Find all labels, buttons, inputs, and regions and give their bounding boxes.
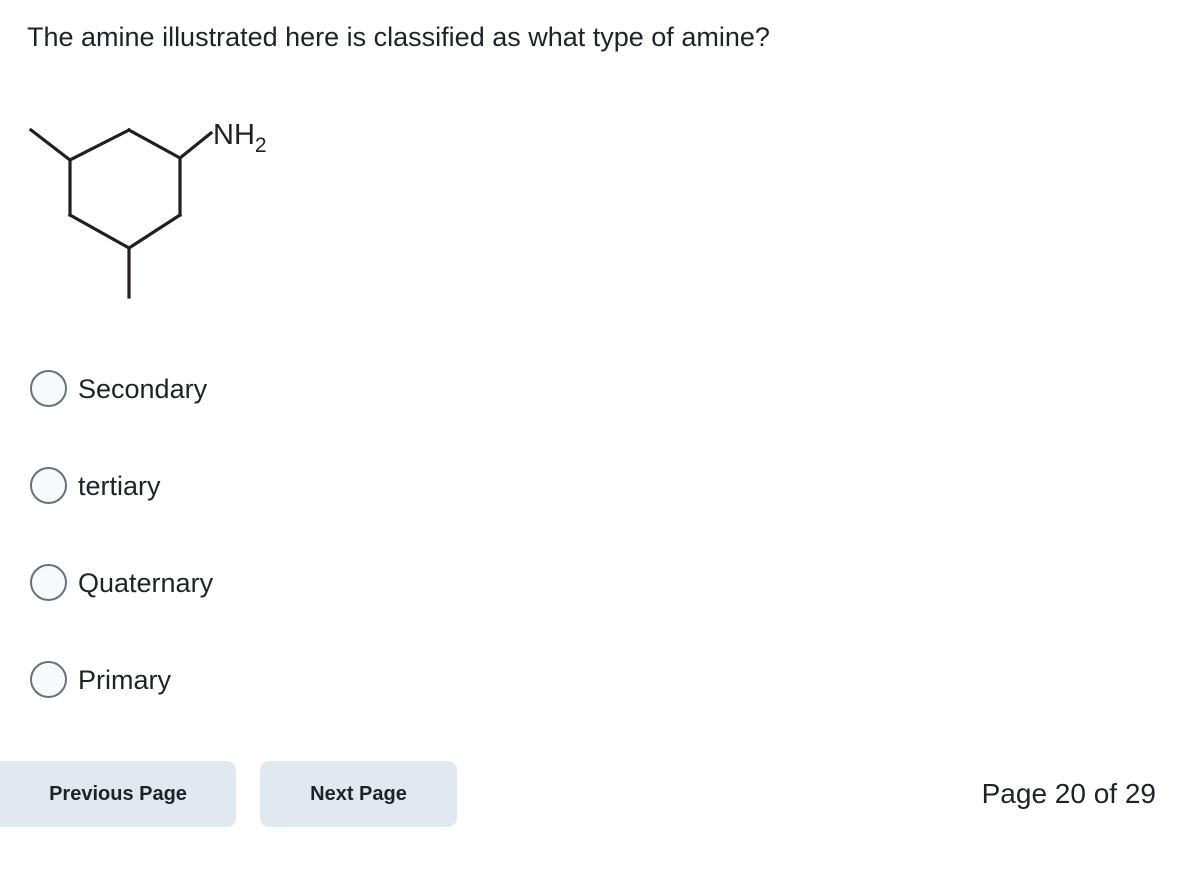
answer-options-list: Secondary tertiary Quaternary Primary: [0, 340, 640, 728]
ring-bond-top-left: [67, 127, 132, 163]
amine-group-label: NH2: [213, 119, 267, 157]
skeletal-formula-svg: NH2: [28, 119, 267, 299]
bond-lines: [28, 127, 214, 299]
ring-bond-bottom-left: [67, 212, 132, 251]
question-prompt: The amine illustrated here is classified…: [27, 22, 770, 52]
radio-button-quaternary[interactable]: [30, 564, 67, 601]
amine-group-subscript: 2: [255, 134, 267, 157]
answer-label-tertiary: tertiary: [78, 470, 161, 501]
answer-option-primary[interactable]: Primary: [0, 631, 640, 728]
answer-label-secondary: Secondary: [78, 373, 208, 404]
methyl-bond-upper-left: [28, 127, 73, 163]
radio-button-primary[interactable]: [30, 661, 67, 698]
ring-bond-bottom-right: [126, 212, 183, 251]
answer-option-quaternary[interactable]: Quaternary: [0, 534, 640, 631]
amine-bond: [177, 130, 214, 161]
amine-group-text: NH: [213, 119, 255, 151]
next-page-button[interactable]: Next Page: [260, 761, 457, 827]
radio-button-secondary[interactable]: [30, 370, 67, 407]
answer-label-primary: Primary: [78, 664, 171, 695]
answer-option-secondary[interactable]: Secondary: [0, 340, 640, 437]
molecule-structure-image: NH2: [0, 100, 320, 315]
ring-bond-top-right: [126, 127, 183, 161]
previous-page-button[interactable]: Previous Page: [0, 761, 236, 827]
page-indicator: Page 20 of 29: [981, 778, 1156, 809]
answer-label-quaternary: Quaternary: [78, 567, 214, 598]
pagination-footer: Previous Page Next Page Page 20 of 29: [0, 761, 1200, 831]
radio-button-tertiary[interactable]: [30, 467, 67, 504]
answer-option-tertiary[interactable]: tertiary: [0, 437, 640, 534]
